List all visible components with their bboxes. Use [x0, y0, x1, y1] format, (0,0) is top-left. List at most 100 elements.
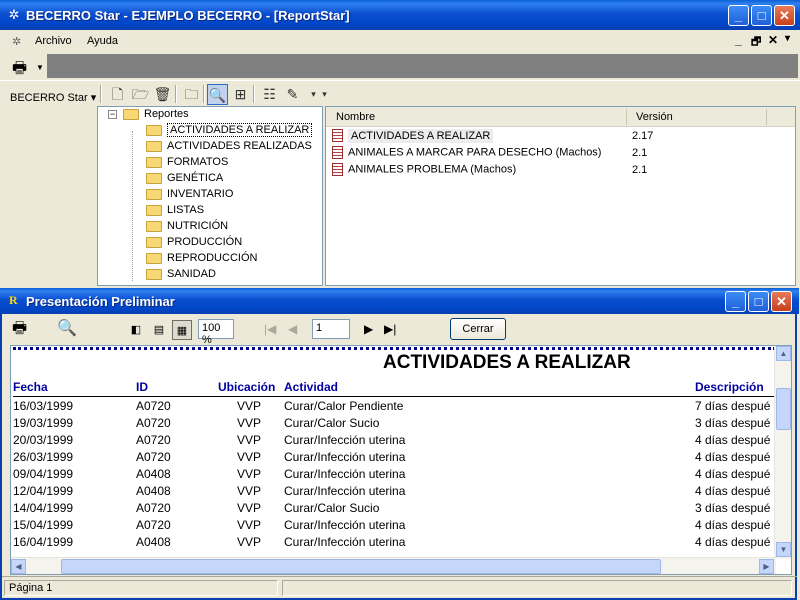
list-item[interactable]: ACTIVIDADES A REALIZAR 2.17 — [332, 128, 653, 145]
cell-ubicacion: VVP — [237, 450, 262, 464]
first-page-icon[interactable]: |◀ — [264, 320, 276, 338]
tree-folder-item[interactable]: FORMATOS — [146, 156, 228, 172]
becerro-star-dropdown[interactable]: BECERRO Star ▾ — [10, 91, 96, 104]
cell-ubicacion: VVP — [237, 501, 262, 515]
preview-title-bar[interactable]: R Presentación Preliminar _ □ ✕ — [0, 288, 799, 314]
whole-page-icon[interactable]: ◧ — [126, 320, 146, 340]
main-title-bar[interactable]: ✲ BECERRO Star - EJEMPLO BECERRO - [Repo… — [0, 0, 800, 30]
tree-root-reportes[interactable]: Reportes — [123, 108, 189, 124]
horizontal-scrollbar[interactable]: ◀ ▶ — [11, 557, 776, 574]
new-icon[interactable]: 🗋 — [107, 84, 128, 105]
cell-descripcion: 4 días despué — [695, 518, 771, 532]
last-page-icon[interactable]: ▶| — [384, 320, 396, 338]
column-divider[interactable] — [626, 109, 627, 125]
mdi-restore-button[interactable]: 🗗 — [751, 33, 761, 52]
tree-folder-label: SANIDAD — [167, 268, 216, 281]
next-page-icon[interactable]: ▶ — [364, 320, 373, 338]
preview-close-button[interactable]: ✕ — [771, 291, 792, 312]
page-number-field[interactable]: 1 — [312, 319, 350, 339]
tree-folder-label: ACTIVIDADES REALIZADAS — [167, 140, 312, 153]
mdi-close-button[interactable]: ✕ — [768, 33, 778, 47]
horizontal-scroll-thumb[interactable] — [61, 559, 661, 574]
scroll-down-icon[interactable]: ▼ — [776, 542, 791, 557]
design-icon[interactable]: ⊞ — [230, 84, 251, 105]
column-divider[interactable] — [766, 109, 767, 125]
vertical-scrollbar[interactable]: ▲ ▼ — [774, 346, 791, 559]
column-header-nombre[interactable]: Nombre — [336, 111, 375, 123]
new-folder-icon[interactable]: 🗀 — [181, 84, 202, 105]
zoom-icon[interactable]: 🔍 — [57, 320, 77, 338]
folder-icon — [146, 172, 162, 184]
open-folder-icon[interactable]: 🗁 — [130, 84, 151, 105]
column-header-version[interactable]: Versión — [636, 111, 673, 123]
menu-bar: ✲ Archivo Ayuda _ 🗗 ✕ ▾ — [0, 30, 800, 52]
hundred-percent-icon[interactable]: ▦ — [172, 320, 192, 340]
properties-icon[interactable]: ☷ — [259, 84, 280, 105]
wizard-icon[interactable]: ✎ — [282, 84, 303, 105]
mdi-minimize-button[interactable]: _ — [735, 33, 742, 47]
toolbar-separator — [203, 85, 205, 103]
preview-icon[interactable]: 🔍 — [207, 84, 228, 105]
report-icon — [332, 129, 343, 142]
table-row: 09/04/1999 A0408 VVP Curar/Infección uterin… — [11, 467, 781, 484]
tree-folder-item[interactable]: REPRODUCCIÓN — [146, 252, 257, 268]
delete-icon[interactable]: 🗑 — [152, 84, 173, 105]
becerro-app-icon: ✲ — [8, 7, 20, 22]
cell-actividad: Curar/Calor Sucio — [284, 501, 380, 515]
folder-icon — [146, 204, 162, 216]
cell-id: A0720 — [136, 399, 171, 413]
report-name: ANIMALES PROBLEMA (Machos) — [348, 163, 517, 176]
tree-folder-item[interactable]: GENÉTICA — [146, 172, 223, 188]
scroll-up-icon[interactable]: ▲ — [776, 346, 791, 361]
tree-folder-item[interactable]: INVENTARIO — [146, 188, 233, 204]
cerrar-button[interactable]: Cerrar — [450, 318, 506, 340]
status-page: Página 1 — [4, 580, 278, 596]
cell-ubicacion: VVP — [237, 416, 262, 430]
vertical-scroll-thumb[interactable] — [776, 388, 791, 430]
toolbar-dock-area — [47, 54, 798, 78]
report-icon — [332, 146, 343, 159]
tree-folder-item[interactable]: ACTIVIDADES REALIZADAS — [146, 140, 312, 156]
mdi-child-icon[interactable]: ✲ — [12, 35, 21, 48]
minimize-button[interactable]: _ — [728, 5, 749, 26]
maximize-button[interactable]: □ — [751, 5, 772, 26]
close-button[interactable]: ✕ — [774, 5, 795, 26]
previous-page-icon[interactable]: ◀ — [288, 320, 297, 338]
tree-folder-item[interactable]: LISTAS — [146, 204, 204, 220]
report-list[interactable]: Nombre Versión ACTIVIDADES A REALIZAR 2.1… — [325, 106, 796, 286]
tree-folder-item[interactable]: ACTIVIDADES A REALIZAR — [146, 123, 313, 140]
mdi-dropdown-button[interactable]: ▾ — [785, 33, 790, 44]
cell-ubicacion: VVP — [237, 518, 262, 532]
tree-folder-label: ACTIVIDADES A REALIZAR — [167, 123, 313, 138]
cell-actividad: Curar/Infección uterina — [284, 535, 406, 549]
tree-folder-item[interactable]: NUTRICIÓN — [146, 220, 228, 236]
collapse-icon[interactable]: − — [108, 110, 117, 119]
menu-ayuda[interactable]: Ayuda — [87, 35, 118, 47]
menu-archivo[interactable]: Archivo — [35, 35, 72, 47]
tree-folder-label: GENÉTICA — [167, 172, 224, 185]
zoom-field[interactable]: 100 % — [198, 319, 234, 346]
print-icon[interactable]: 🖶 — [12, 320, 27, 338]
preview-window-title: Presentación Preliminar — [26, 294, 175, 309]
list-item[interactable]: ANIMALES PROBLEMA (Machos) 2.1 — [332, 163, 647, 179]
list-item[interactable]: ANIMALES A MARCAR PARA DESECHO (Machos) 2… — [332, 146, 647, 162]
main-window-title: BECERRO Star - EJEMPLO BECERRO - [Report… — [26, 8, 350, 23]
tree-folder-item[interactable]: PRODUCCIÓN — [146, 236, 242, 252]
report-version: 2.17 — [632, 130, 654, 142]
report-top-dotted-line — [13, 347, 776, 350]
cell-fecha: 09/04/1999 — [13, 467, 74, 481]
page-width-icon[interactable]: ▤ — [149, 320, 169, 340]
toolbar-overflow-icon[interactable]: ▾ — [314, 84, 335, 105]
column-descripcion: Descripción — [695, 380, 764, 394]
scroll-left-icon[interactable]: ◀ — [11, 559, 26, 574]
report-folder-tree[interactable]: − Reportes ACTIVIDADES A REALIZAR ACTIVID… — [97, 106, 323, 286]
folder-icon — [123, 108, 139, 120]
tree-folder-item[interactable]: SANIDAD — [146, 268, 216, 284]
preview-minimize-button[interactable]: _ — [725, 291, 746, 312]
table-row: 19/03/1999 A0720 VVP Curar/Calor Sucio 3 día… — [11, 416, 781, 433]
cell-actividad: Curar/Infección uterina — [284, 433, 406, 447]
header-rule — [13, 396, 776, 397]
scroll-right-icon[interactable]: ▶ — [759, 559, 774, 574]
printer-dropdown-icon[interactable]: ▼ — [36, 63, 44, 72]
preview-maximize-button[interactable]: □ — [748, 291, 769, 312]
